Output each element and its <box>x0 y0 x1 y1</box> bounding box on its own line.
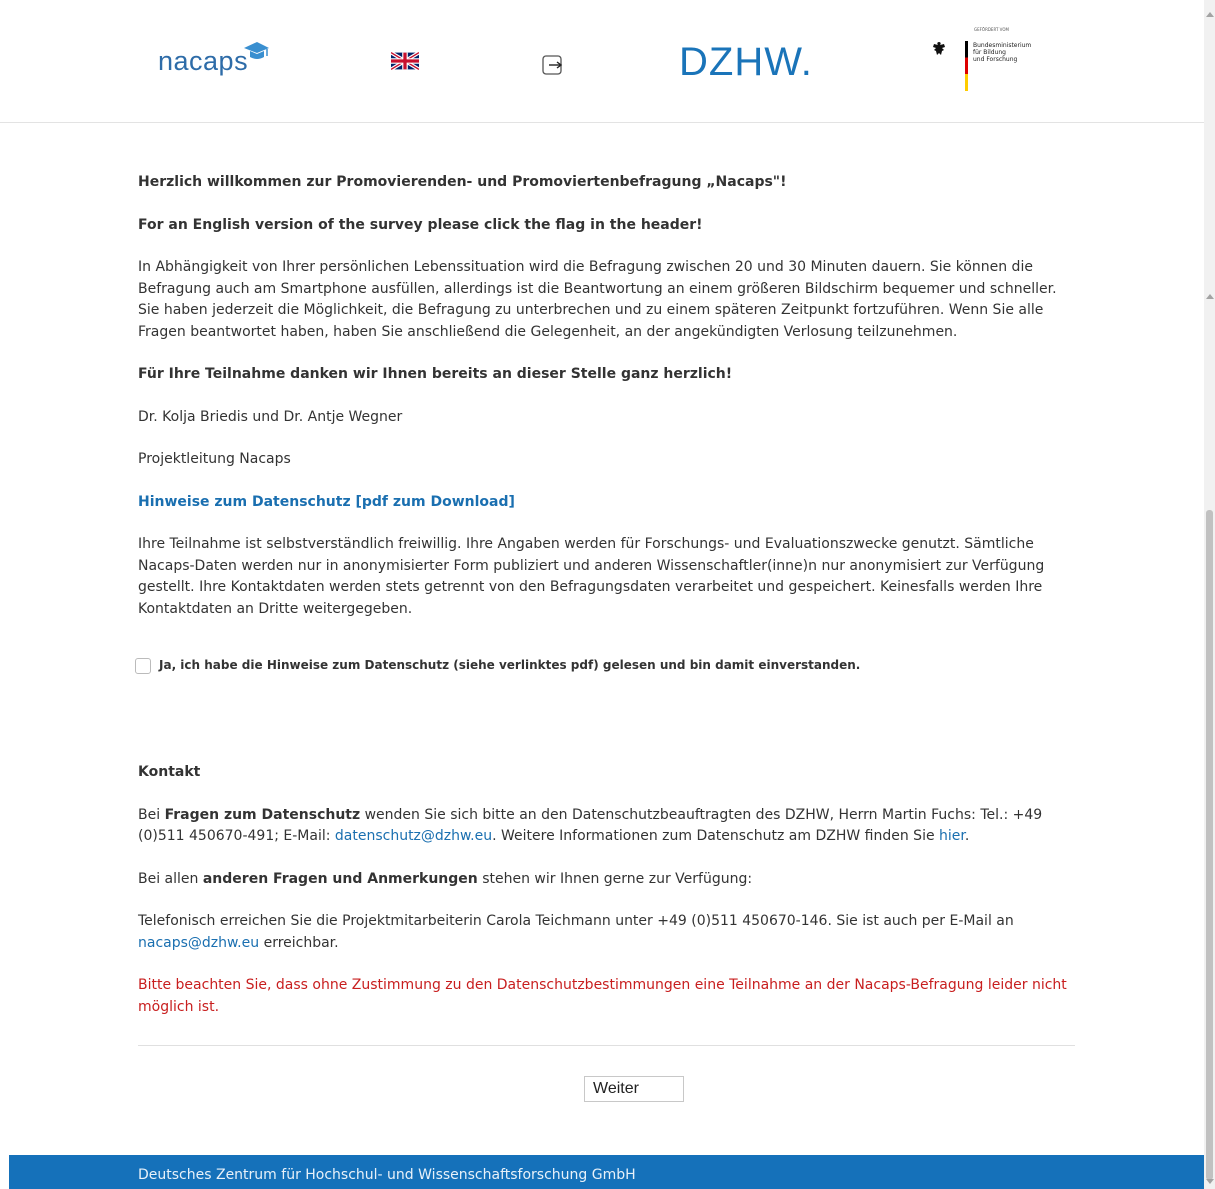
scrollbar-thumb[interactable] <box>1206 510 1213 1180</box>
contact-privacy-paragraph: Bei Fragen zum Datenschutz wenden Sie si… <box>138 805 1078 848</box>
privacy-pdf-link[interactable]: Hinweise zum Datenschutz [pdf zum Downlo… <box>138 494 515 510</box>
privacy-email-link[interactable]: datenschutz@dzhw.eu <box>335 828 492 844</box>
next-button[interactable]: Weiter <box>584 1076 684 1102</box>
consent-warning: Bitte beachten Sie, dass ohne Zustimmung… <box>138 977 1067 1015</box>
contact-p3-b: erreichbar. <box>259 934 339 951</box>
dzhw-logo: DZHW. <box>679 40 813 84</box>
privacy-info-link[interactable]: hier <box>939 828 965 844</box>
scroll-up-icon[interactable] <box>1206 12 1214 17</box>
divider <box>138 1045 1075 1046</box>
contact-p2-bold: anderen Fragen und Anmerkungen <box>202 870 478 887</box>
thanks-text: Für Ihre Teilnahme danken wir Ihnen bere… <box>138 366 733 382</box>
footer-text: Deutsches Zentrum für Hochschul- und Wis… <box>138 1167 636 1183</box>
bmbf-line2: für Bildung <box>973 49 1006 56</box>
contact-other-paragraph: Bei allen anderen Fragen und Anmerkungen… <box>138 869 1078 891</box>
uk-flag-icon[interactable] <box>391 52 419 70</box>
intro-text: In Abhängigkeit von Ihrer persönlichen L… <box>138 259 1057 340</box>
main-content: Herzlich willkommen zur Promovierenden- … <box>138 172 1078 620</box>
project-leads: Dr. Kolja Briedis und Dr. Antje Wegner <box>138 408 403 425</box>
contact-p1-bold: Fragen zum Datenschutz <box>164 806 361 823</box>
page-footer: Deutsches Zentrum für Hochschul- und Wis… <box>9 1155 1204 1189</box>
logout-icon[interactable] <box>542 55 564 75</box>
nacaps-logo: nacaps <box>158 42 269 77</box>
contact-p1-a: Bei <box>138 806 165 823</box>
bmbf-funded-label: GEFÖRDERT VOM <box>974 27 1009 32</box>
scroll-up-icon-secondary[interactable] <box>1206 294 1214 299</box>
contact-phone-paragraph: Telefonisch erreichen Sie die Projektmit… <box>138 911 1078 954</box>
english-hint: For an English version of the survey ple… <box>138 216 703 233</box>
page-header: nacaps DZHW. GEFÖRDERT VOM Bundesministe… <box>0 0 1204 123</box>
graduation-cap-icon <box>244 42 269 59</box>
bmbf-logo: GEFÖRDERT VOM Bundesministerium für Bild… <box>932 27 1042 93</box>
eagle-icon <box>933 42 945 55</box>
project-role: Projektleitung Nacaps <box>138 451 291 467</box>
german-flag-bar <box>965 41 968 91</box>
consent-label[interactable]: Ja, ich habe die Hinweise zum Datenschut… <box>159 658 860 672</box>
bmbf-text: Bundesministerium für Bildung und Forsch… <box>973 42 1031 63</box>
contact-p2-b: stehen wir Ihnen gerne zur Verfügung: <box>477 870 753 887</box>
consent-row: Ja, ich habe die Hinweise zum Datenschut… <box>135 657 1035 675</box>
welcome-heading: Herzlich willkommen zur Promovierenden- … <box>138 174 787 190</box>
scroll-down-icon[interactable] <box>1206 1179 1214 1184</box>
contact-p1-d: . <box>964 828 970 844</box>
privacy-text: Ihre Teilnahme ist selbstverständlich fr… <box>138 536 1045 617</box>
contact-p3-a: Telefonisch erreichen Sie die Projektmit… <box>138 913 1014 929</box>
bmbf-line3: und Forschung <box>973 56 1018 63</box>
consent-checkbox[interactable] <box>135 658 151 674</box>
scrollbar[interactable] <box>1204 0 1215 1189</box>
contact-p1-c: . Weitere Informationen zum Datenschutz … <box>492 828 940 844</box>
contact-heading: Kontakt <box>138 764 201 780</box>
nacaps-email-link[interactable]: nacaps@dzhw.eu <box>138 935 259 951</box>
nacaps-logo-text: nacaps <box>158 46 249 76</box>
contact-section: Kontakt Bei Fragen zum Datenschutz wende… <box>138 762 1078 1018</box>
contact-p2-a: Bei allen <box>138 870 203 887</box>
bmbf-line1: Bundesministerium <box>973 42 1032 49</box>
